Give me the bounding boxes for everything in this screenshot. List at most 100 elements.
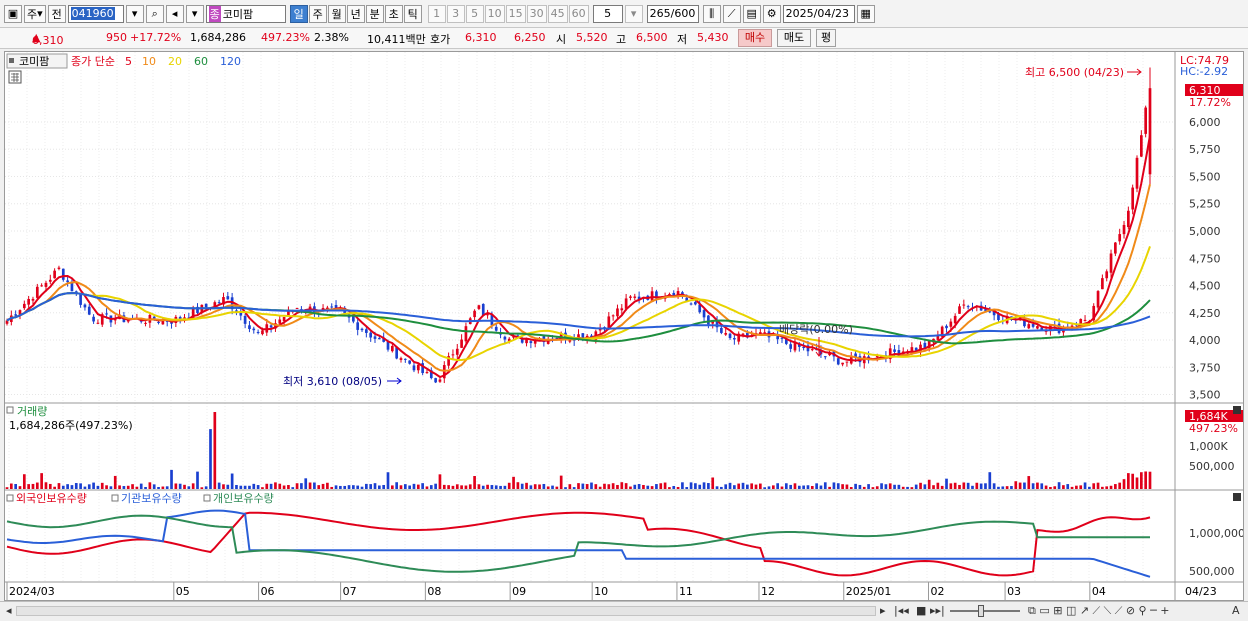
volume-bar-11 <box>53 486 56 489</box>
volume-bar-136 <box>594 484 598 489</box>
zoom-slider[interactable] <box>950 610 1020 612</box>
volume-bar-249 <box>1083 482 1087 489</box>
calendar-icon[interactable]: ▦ <box>856 4 875 23</box>
period-button-4[interactable]: 분 <box>365 4 384 23</box>
prev-button[interactable]: 전 <box>47 4 66 23</box>
volume-bar-189 <box>823 482 827 489</box>
save-icon[interactable]: ▤ <box>742 4 761 23</box>
scroll-track[interactable] <box>16 606 876 616</box>
minute-step-button-5[interactable]: 30 <box>526 4 547 23</box>
period-button-5[interactable]: 초 <box>384 4 403 23</box>
candle-body-58 <box>256 331 260 333</box>
volume-bar-74 <box>326 482 329 489</box>
scroll-right-icon[interactable]: ▸ <box>880 604 886 618</box>
volume-bar-207 <box>901 486 905 489</box>
volume-bar-31 <box>139 483 143 489</box>
holding-close-icon[interactable] <box>1233 493 1241 501</box>
volume-bar-209 <box>910 487 914 489</box>
minute-step-button-0[interactable]: 1 <box>427 4 446 23</box>
price-tick-9: 3,750 <box>1189 361 1221 374</box>
stock-name-field[interactable]: 종 코미팜 <box>205 4 286 23</box>
volume-bar-104 <box>455 484 459 489</box>
volume-bar-3 <box>18 486 22 489</box>
volume-bar-202 <box>880 483 883 489</box>
line-tool-icon[interactable]: ⟋ <box>722 4 741 23</box>
scroll-left-icon[interactable]: ◂ <box>6 604 12 618</box>
low-arrow-icon <box>387 377 402 385</box>
volume-bar-199 <box>867 484 870 489</box>
volume-bar-190 <box>828 486 831 489</box>
window-icon[interactable]: ▣ <box>4 4 22 23</box>
last-page-icon[interactable]: ▸▸| <box>930 604 945 618</box>
volume-bar-177 <box>771 485 775 489</box>
candle-body-93 <box>408 360 411 364</box>
period-button-6[interactable]: 틱 <box>403 4 422 23</box>
candle-type-icon[interactable]: ⫼ <box>702 4 721 23</box>
minute-step-button-7[interactable]: 60 <box>568 4 589 23</box>
candle-body-75 <box>330 306 334 308</box>
zoom-slider-handle[interactable] <box>978 605 984 617</box>
speaker-icon[interactable]: ◂ <box>165 4 184 23</box>
holding-tick-500k: 500,000 <box>1189 565 1235 578</box>
period-button-3[interactable]: 년 <box>346 4 365 23</box>
candle-body-178 <box>776 336 779 340</box>
first-page-icon[interactable]: |◂◂ <box>894 604 909 618</box>
volume-bar-60 <box>265 483 269 489</box>
layout-icons[interactable]: ⧉ ▭ ⊞ ◫ ↗ ⟋ ⟍ ⟋ ⊘ ⚲ ─ + <box>1028 604 1169 618</box>
volume-bar-86 <box>378 485 381 489</box>
eval-button[interactable]: 평 <box>816 29 836 47</box>
ma-legend-1: 10 <box>142 55 156 68</box>
stock-tab-label[interactable]: 코미팜 <box>19 55 49 68</box>
candle-body-113 <box>494 326 498 331</box>
minute-step-button-3[interactable]: 10 <box>484 4 505 23</box>
volume-bar-170 <box>741 482 745 489</box>
volume-bar-254 <box>1105 486 1109 489</box>
volume-bar-109 <box>477 484 481 489</box>
volume-bar-156 <box>681 482 684 489</box>
volume-bar-9 <box>44 482 48 489</box>
candle-body-2 <box>14 314 17 316</box>
volume-bar-0 <box>5 487 9 489</box>
chart-area[interactable]: 코미팜 종가 단순 5 10 20 60 120 LC:74.79 HC:-2.92 6… <box>4 51 1245 601</box>
period-button-2[interactable]: 월 <box>327 4 346 23</box>
candle-body-261 <box>1135 157 1139 189</box>
volume-bar-105 <box>460 485 463 489</box>
gear-icon[interactable]: ⚙ <box>762 4 781 23</box>
period-button-1[interactable]: 주 <box>308 4 327 23</box>
volume-bar-107 <box>468 484 472 489</box>
volume-bar-36 <box>161 486 165 489</box>
chart-svg[interactable]: 코미팜 종가 단순 5 10 20 60 120 LC:74.79 HC:-2.92 6… <box>5 52 1245 600</box>
bars-count-field[interactable]: 265/600 <box>646 4 699 23</box>
minute-step-button-2[interactable]: 5 <box>465 4 484 23</box>
x-tick-11: 03 <box>1007 585 1021 598</box>
minute-step-button-6[interactable]: 45 <box>547 4 568 23</box>
candle-body-205 <box>893 349 896 352</box>
volume-bar-176 <box>767 486 771 489</box>
market-select[interactable]: 주 ▾ <box>24 4 46 23</box>
volume-bar-228 <box>992 483 996 489</box>
candle-body-6 <box>31 298 35 301</box>
candle-body-121 <box>529 341 533 344</box>
code-dropdown-icon[interactable]: ▾ <box>125 4 144 23</box>
period-button-0[interactable]: 일 <box>289 4 308 23</box>
sell-button[interactable]: 매도 <box>777 29 811 47</box>
minute-step-button-1[interactable]: 3 <box>446 4 465 23</box>
stop-icon[interactable]: ■ <box>916 604 926 618</box>
text-tool-icon[interactable]: A <box>1232 604 1240 618</box>
candle-body-49 <box>217 302 221 304</box>
search-icon[interactable]: ⌕ <box>145 4 164 23</box>
volume-bar-90 <box>395 482 398 489</box>
volume-close-icon[interactable] <box>1233 406 1241 414</box>
speaker-dropdown-icon[interactable]: ▾ <box>185 4 204 23</box>
minute-step-button-4[interactable]: 15 <box>505 4 526 23</box>
volume-bar-79 <box>347 485 351 489</box>
volume-bar-250 <box>1088 486 1091 489</box>
volume-bar-226 <box>984 483 987 489</box>
date-field[interactable]: 2025/04/23 <box>782 4 855 23</box>
code-input[interactable]: 041960 <box>67 4 124 23</box>
price-tick-5: 4,750 <box>1189 252 1221 265</box>
count-select[interactable]: 5 <box>592 4 623 23</box>
buy-button[interactable]: 매수 <box>738 29 772 47</box>
count-dropdown-icon[interactable]: ▾ <box>624 4 643 23</box>
volume-bar-237 <box>1031 483 1035 489</box>
